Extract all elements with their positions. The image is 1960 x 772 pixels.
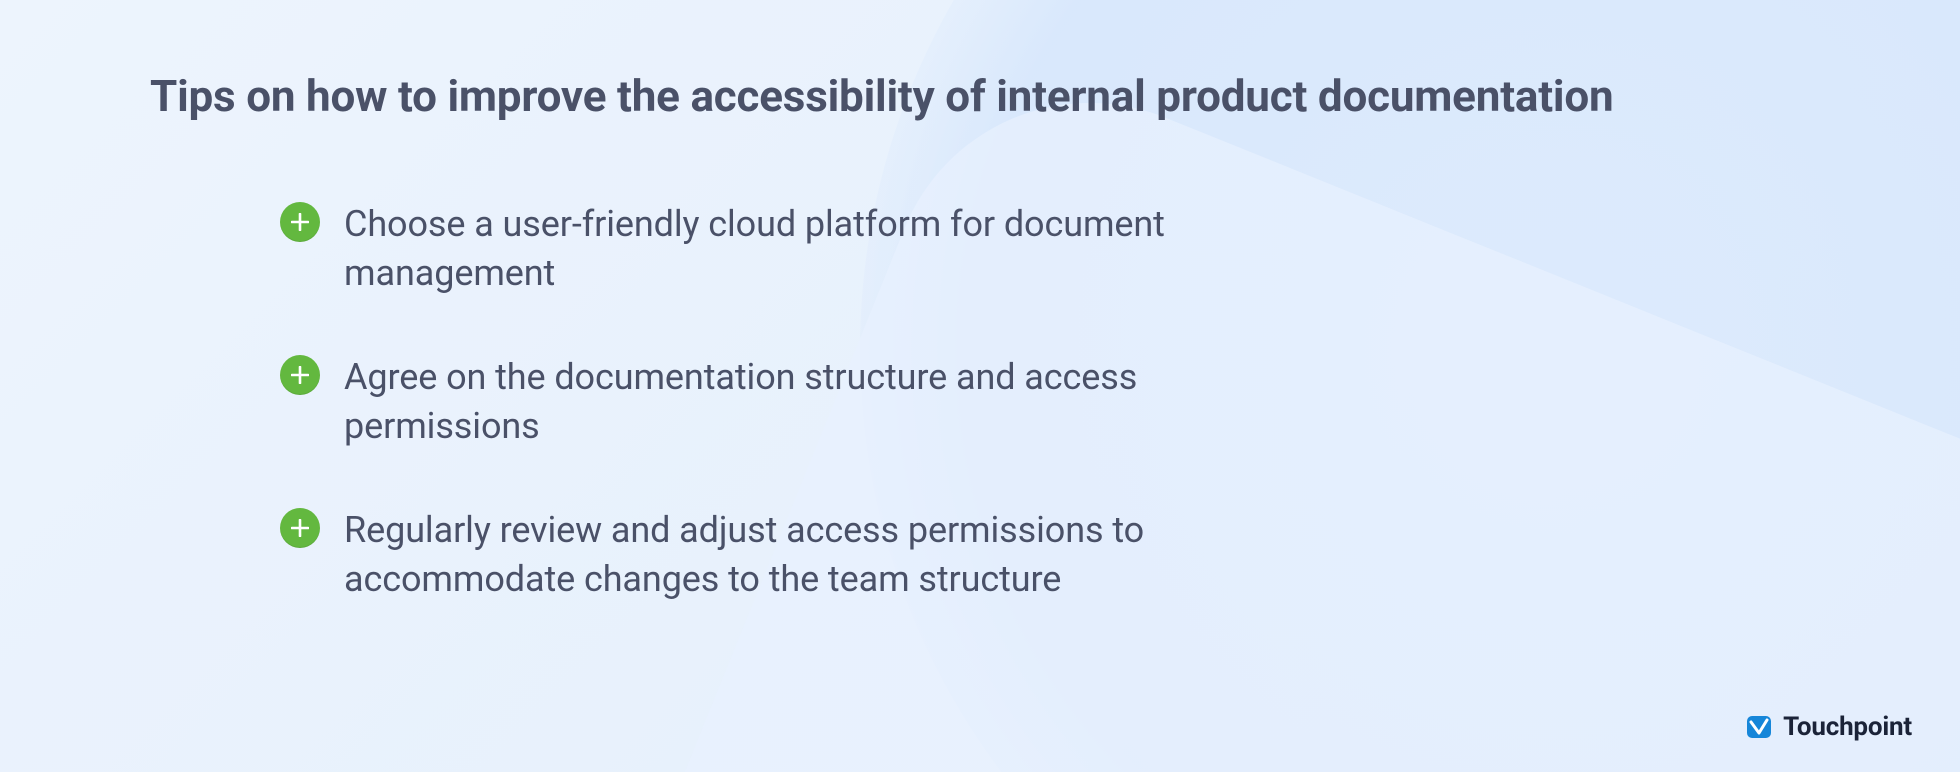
tip-text: Agree on the documentation structure and… (344, 353, 1324, 450)
content-area: Tips on how to improve the accessibility… (150, 70, 1810, 604)
brand-logo-icon (1745, 713, 1773, 741)
brand: Touchpoint (1745, 712, 1912, 742)
tip-text: Choose a user-friendly cloud platform fo… (344, 200, 1324, 297)
tip-item: Agree on the documentation structure and… (280, 353, 1810, 450)
tip-text: Regularly review and adjust access permi… (344, 506, 1324, 603)
tip-item: Regularly review and adjust access permi… (280, 506, 1810, 603)
plus-icon (280, 202, 320, 242)
slide-title: Tips on how to improve the accessibility… (150, 70, 1810, 122)
plus-icon (280, 508, 320, 548)
plus-icon (280, 355, 320, 395)
tip-item: Choose a user-friendly cloud platform fo… (280, 200, 1810, 297)
slide-canvas: Tips on how to improve the accessibility… (0, 0, 1960, 772)
tips-list: Choose a user-friendly cloud platform fo… (280, 200, 1810, 604)
brand-name: Touchpoint (1783, 712, 1912, 742)
